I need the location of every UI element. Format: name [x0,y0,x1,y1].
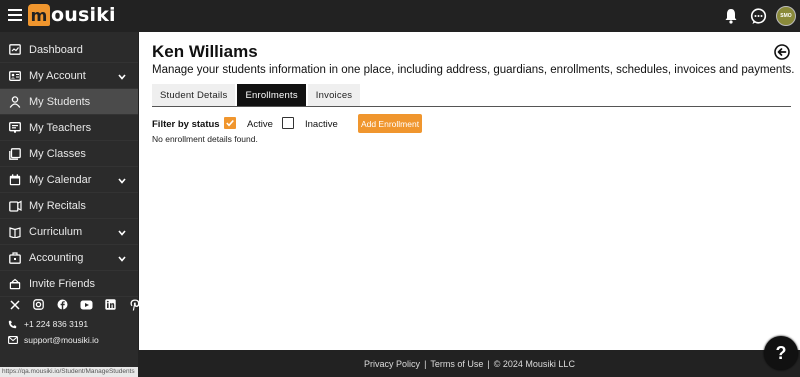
recitals-icon [8,199,22,213]
calendar-icon [8,173,22,187]
footer-separator: | [424,358,427,369]
logo-text: ousiki [51,4,116,26]
inactive-checkbox-label: Inactive [305,119,338,130]
chat-icon[interactable] [749,7,767,25]
privacy-policy-link[interactable]: Privacy Policy [364,359,420,369]
sidebar-item-my-calendar[interactable]: My Calendar [0,167,138,193]
top-bar: m ousiki SMO [0,0,800,32]
youtube-icon[interactable] [80,298,93,311]
gift-icon [8,277,22,291]
inactive-checkbox[interactable] [282,117,294,129]
tab-invoices[interactable]: Invoices [307,84,361,106]
person-icon [8,95,22,109]
facebook-icon[interactable] [56,298,69,311]
back-arrow-icon[interactable] [774,44,790,60]
logo-mark: m [28,4,50,26]
sidebar-item-dashboard[interactable]: Dashboard [0,37,138,63]
hamburger-menu-icon[interactable] [8,9,22,21]
sidebar-item-label: My Teachers [29,121,92,134]
chevron-down-icon [118,175,126,187]
tab-bar: Student Details Enrollments Invoices [152,84,791,107]
bell-icon[interactable] [722,7,740,25]
sidebar-item-my-students[interactable]: My Students [0,89,138,115]
add-enrollment-button[interactable]: Add Enrollment [358,114,422,133]
terms-of-use-link[interactable]: Terms of Use [430,359,483,369]
contact-phone[interactable]: +1 224 836 3191 [8,319,88,329]
linkedin-icon[interactable] [104,298,117,311]
sidebar-item-my-teachers[interactable]: My Teachers [0,115,138,141]
instagram-icon[interactable] [32,298,45,311]
dashboard-icon [8,43,22,57]
main-content: Ken Williams Manage your students inform… [139,32,800,350]
chevron-down-icon [118,71,126,83]
help-button[interactable]: ? [764,336,798,370]
sidebar-item-label: Dashboard [29,43,83,56]
active-checkbox-label: Active [247,119,273,130]
sidebar-item-my-classes[interactable]: My Classes [0,141,138,167]
sidebar-item-invite-friends[interactable]: Invite Friends [0,271,138,297]
logo[interactable]: m ousiki [28,4,116,26]
sidebar-item-my-recitals[interactable]: My Recitals [0,193,138,219]
social-links [8,298,141,311]
phone-number: +1 224 836 3191 [24,319,89,329]
chevron-down-icon [118,253,126,265]
teacher-icon [8,121,22,135]
accounting-icon [8,251,22,265]
page-subtitle: Manage your students information in one … [152,64,795,76]
support-email: support@mousiki.io [24,335,99,345]
sidebar-item-my-account[interactable]: My Account [0,63,138,89]
avatar[interactable]: SMO [776,6,796,26]
chevron-down-icon [118,227,126,239]
x-twitter-icon[interactable] [8,298,21,311]
sidebar-item-label: My Classes [29,147,86,160]
footer: Privacy Policy | Terms of Use | © 2024 M… [139,350,800,377]
sidebar-item-accounting[interactable]: Accounting [0,245,138,271]
filter-label: Filter by status [152,119,220,130]
tab-enrollments[interactable]: Enrollments [237,84,306,106]
contact-email[interactable]: support@mousiki.io [8,335,99,345]
sidebar-item-label: My Calendar [29,173,92,186]
sidebar-item-label: My Account [29,69,86,82]
phone-icon [8,320,18,329]
classes-icon [8,147,22,161]
sidebar: Dashboard My Account My Students My Teac… [0,32,141,377]
footer-separator: | [487,358,490,369]
sidebar-item-curriculum[interactable]: Curriculum [0,219,138,245]
sidebar-item-label: Accounting [29,251,84,264]
status-url: https://qa.mousiki.io/Student/ManageStud… [0,367,138,377]
empty-state-message: No enrollment details found. [152,134,258,144]
sidebar-item-label: Invite Friends [29,277,96,290]
page-title: Ken Williams [152,42,258,61]
copyright-text: © 2024 Mousiki LLC [493,358,575,369]
active-checkbox[interactable] [224,117,236,129]
tab-student-details[interactable]: Student Details [152,84,236,106]
curriculum-icon [8,225,22,239]
envelope-icon [8,336,18,344]
sidebar-item-label: My Recitals [29,199,86,212]
sidebar-item-label: Curriculum [29,225,83,238]
account-icon [8,69,22,83]
sidebar-item-label: My Students [29,95,91,108]
